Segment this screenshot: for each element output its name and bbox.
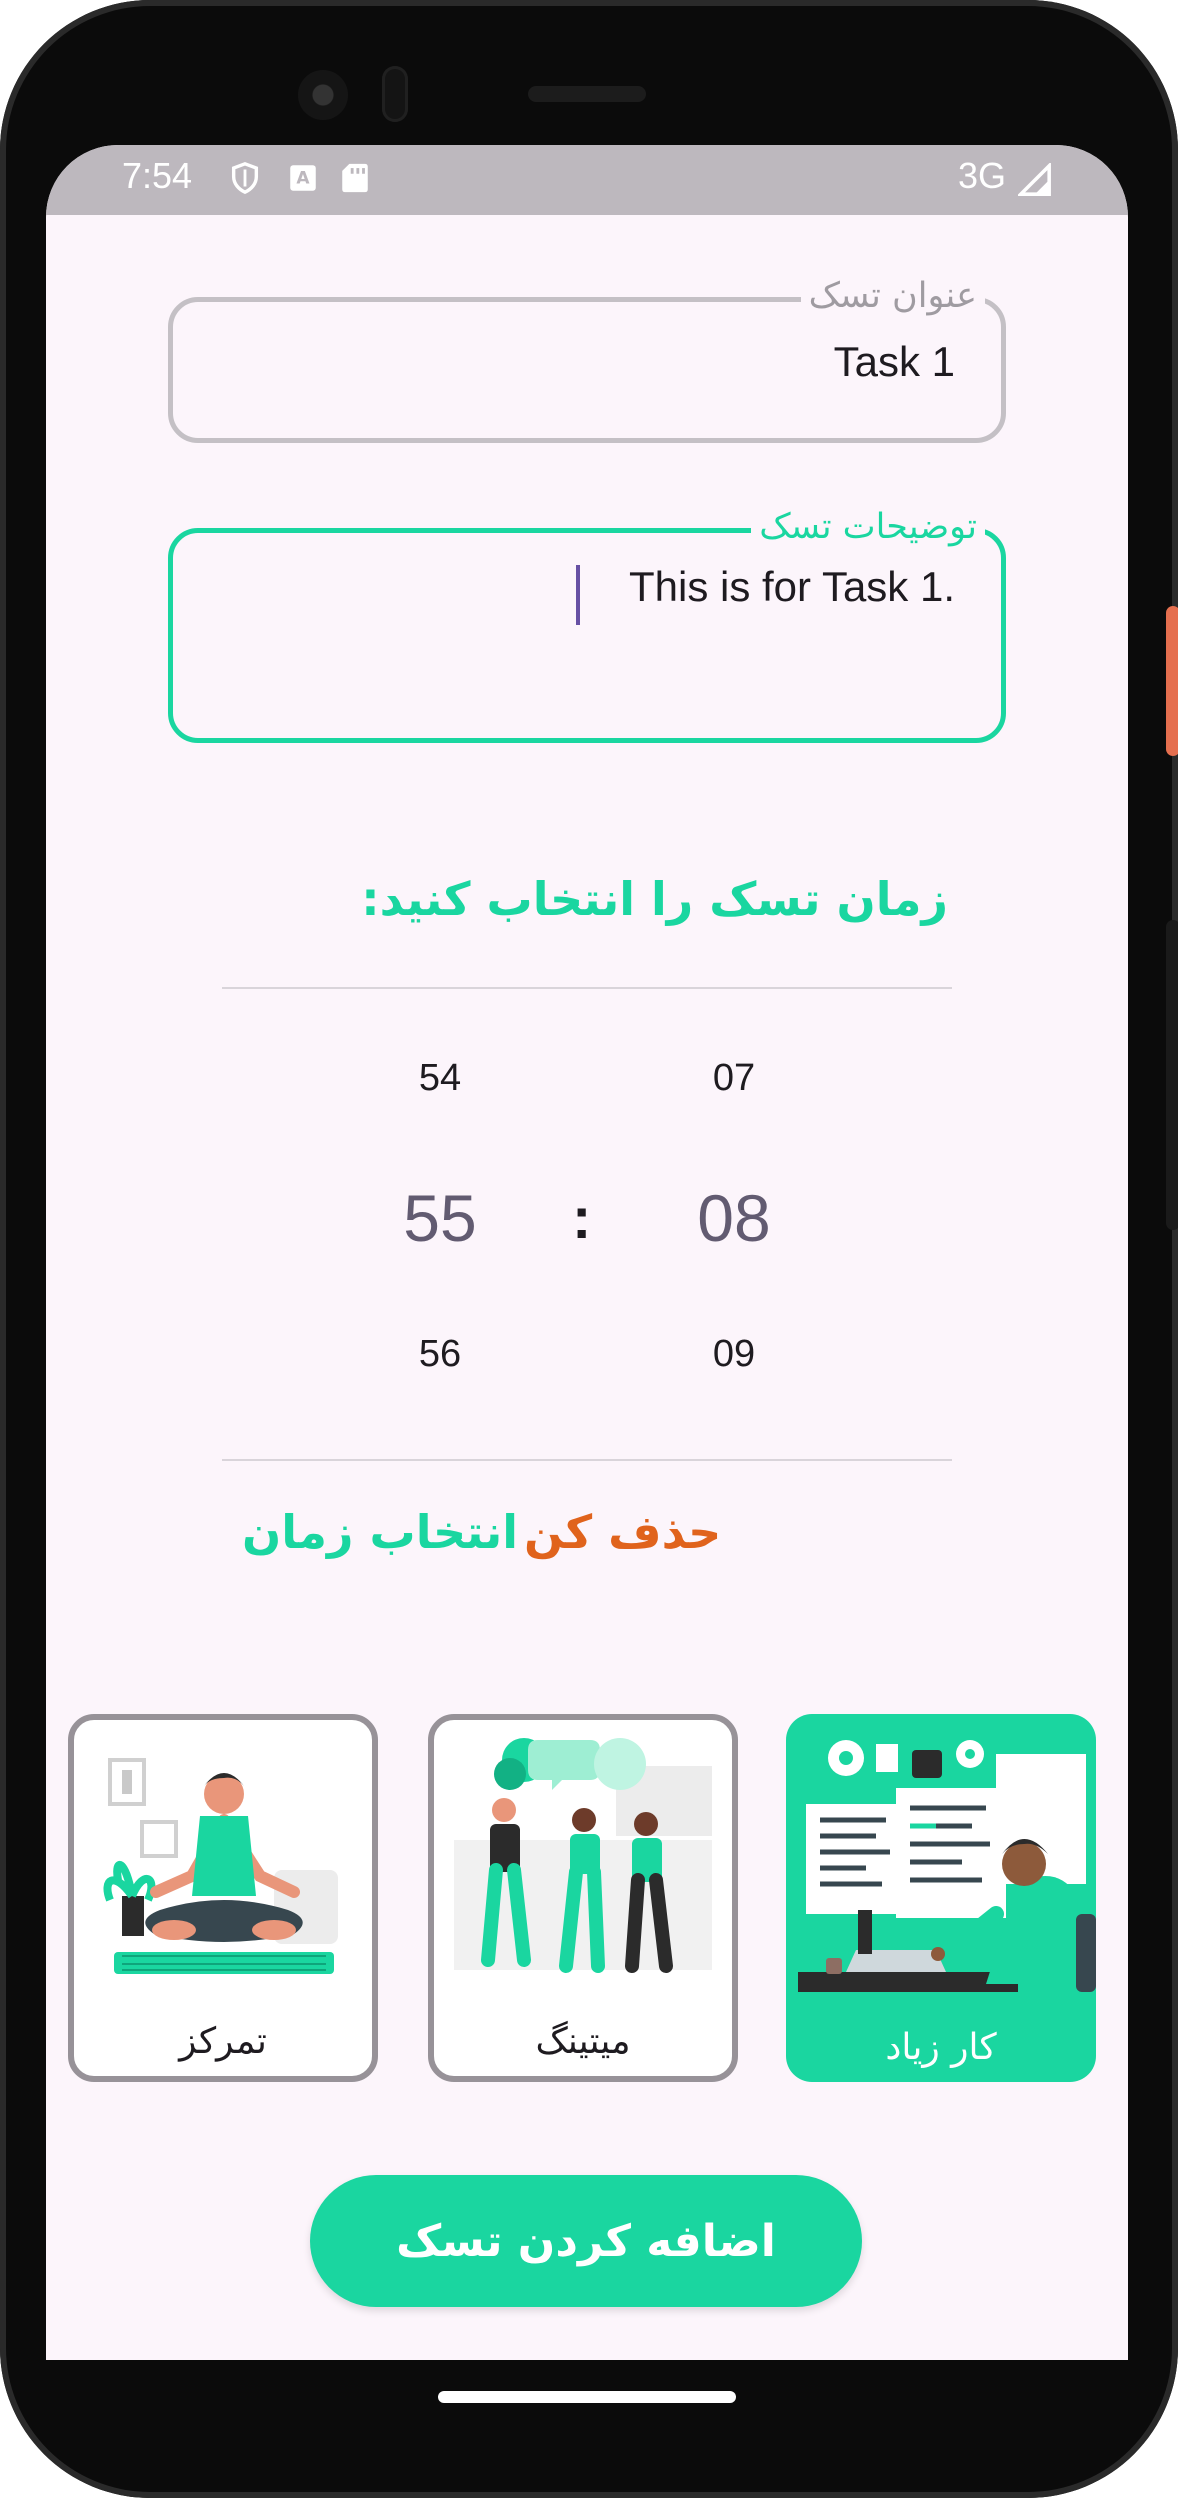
task-title-value: Task 1 bbox=[833, 338, 955, 385]
power-button bbox=[1166, 606, 1178, 756]
category-label-focus: تمرکز bbox=[179, 2021, 267, 2062]
category-card-meeting[interactable]: میتینگ bbox=[428, 1714, 738, 2082]
minute-next[interactable]: 56 bbox=[380, 1333, 500, 1376]
task-description-value: This is for Task 1. bbox=[629, 563, 955, 610]
front-camera bbox=[298, 70, 348, 120]
home-gesture-bar[interactable] bbox=[438, 2391, 736, 2403]
category-card-busy-work[interactable]: کار زیاد bbox=[786, 1714, 1096, 2082]
hour-next[interactable]: 09 bbox=[674, 1333, 794, 1376]
select-time-button[interactable]: انتخاب زمان bbox=[242, 1505, 518, 1559]
network-type: 3G bbox=[957, 155, 1006, 196]
category-card-focus[interactable]: تمرکز bbox=[68, 1714, 378, 2082]
delete-time-button[interactable]: حذف کن bbox=[524, 1505, 721, 1559]
add-task-label: اضافه کردن تسک bbox=[396, 2215, 776, 2267]
app-screen: 7:54 A 3G عنوان تسک Task 1 توضیحات تسک T… bbox=[46, 145, 1128, 2360]
volume-button bbox=[1166, 920, 1178, 1230]
signal-icon bbox=[1018, 163, 1051, 196]
time-divider-top bbox=[222, 987, 952, 989]
shield-icon bbox=[231, 162, 259, 195]
category-label-meeting: میتینگ bbox=[535, 2021, 631, 2062]
hour-current[interactable]: 08 bbox=[674, 1180, 794, 1256]
phone-frame: 7:54 A 3G عنوان تسک Task 1 توضیحات تسک T… bbox=[0, 0, 1178, 2498]
task-title-field[interactable]: عنوان تسک Task 1 bbox=[168, 276, 1006, 443]
time-separator: : bbox=[572, 1186, 592, 1251]
time-picker-title: زمان تسک را انتخاب کنید: bbox=[361, 872, 948, 926]
meditation-illustration-icon bbox=[103, 1758, 338, 1974]
hour-prev[interactable]: 07 bbox=[674, 1057, 794, 1100]
task-title-label: عنوان تسک bbox=[800, 276, 985, 316]
sd-card-icon bbox=[342, 163, 368, 193]
proximity-sensor bbox=[382, 66, 408, 122]
text-cursor bbox=[576, 565, 580, 625]
busy-work-illustration-icon bbox=[798, 1740, 1096, 1992]
category-label-busy-work: کار زیاد bbox=[885, 2027, 997, 2068]
keyboard-a-icon: A bbox=[290, 165, 316, 191]
svg-text:A: A bbox=[296, 169, 310, 189]
status-bar: 7:54 A 3G bbox=[46, 145, 1128, 215]
earpiece-speaker bbox=[528, 86, 646, 102]
task-description-field[interactable]: توضیحات تسک This is for Task 1. bbox=[168, 507, 1006, 743]
minute-prev[interactable]: 54 bbox=[380, 1057, 500, 1100]
minute-current[interactable]: 55 bbox=[380, 1180, 500, 1256]
meeting-illustration-icon bbox=[454, 1738, 712, 1973]
add-task-button[interactable]: اضافه کردن تسک bbox=[310, 2175, 862, 2307]
task-description-label: توضیحات تسک bbox=[751, 507, 985, 547]
status-time: 7:54 bbox=[122, 155, 193, 196]
time-divider-bottom bbox=[222, 1459, 952, 1461]
